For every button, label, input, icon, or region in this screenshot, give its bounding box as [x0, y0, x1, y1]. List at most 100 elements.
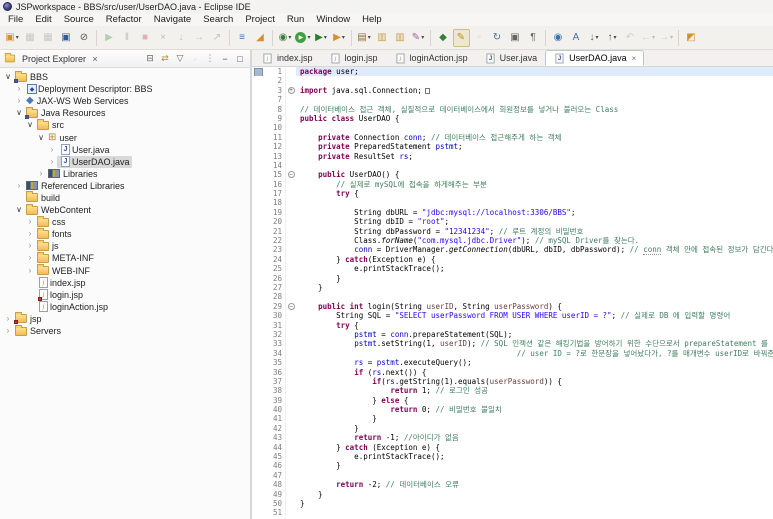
tree-expander-icon[interactable]: › — [14, 96, 24, 106]
annotation-ruler[interactable] — [252, 442, 264, 453]
code-text[interactable]: e.printStackTrace(); — [296, 264, 773, 273]
annotation-ruler[interactable] — [252, 198, 264, 208]
code-text[interactable]: if (rs.next()) { — [296, 368, 773, 377]
menu-navigate[interactable]: Navigate — [148, 13, 198, 26]
code-text[interactable]: } else { — [296, 396, 773, 405]
fold-collapse-icon[interactable]: − — [287, 302, 295, 310]
range-indicator-icon[interactable] — [252, 67, 264, 78]
annotation-ruler[interactable] — [252, 189, 264, 199]
annotation-ruler[interactable] — [252, 104, 264, 114]
tree-item-css[interactable]: › css — [0, 215, 250, 228]
code-text[interactable]: return -1; //아이디가 없음 — [296, 433, 773, 442]
annotation-ruler[interactable] — [252, 95, 264, 105]
tree-item-js[interactable]: › js — [0, 239, 250, 252]
tree-item-referenced-libraries[interactable]: › Referenced Libraries — [0, 180, 250, 192]
tab-userdao-java[interactable]: J UserDAO.java × — [545, 50, 645, 66]
code-text[interactable]: pstmt.setString(1, userID); // SQL 인젝션 같… — [296, 339, 773, 348]
code-text[interactable]: return -2; // 데이터베이스 오류 — [296, 480, 773, 489]
mark-occurrences-button[interactable]: ✎ — [452, 28, 470, 47]
synchronize-button[interactable]: ↻ — [489, 29, 506, 47]
tree-expander-icon[interactable]: ∨ — [14, 205, 24, 215]
code-text[interactable]: public UserDAO() { — [296, 170, 773, 179]
show-selected-element-button[interactable]: ▣ — [507, 29, 524, 47]
menu-source[interactable]: Source — [58, 13, 100, 26]
code-text[interactable]: return 1; // 로그인 성공 — [296, 386, 773, 395]
annotation-ruler[interactable] — [252, 282, 264, 293]
tree-expander-icon[interactable]: › — [3, 314, 13, 324]
tree-expander-icon[interactable]: › — [14, 181, 24, 191]
annotation-ruler[interactable] — [252, 339, 264, 349]
tree-expander-icon[interactable]: › — [36, 169, 46, 179]
annotation-ruler[interactable] — [252, 470, 264, 481]
new-wizard-button[interactable]: ▣ ▾ — [4, 29, 21, 47]
annotation-ruler[interactable] — [252, 489, 264, 499]
code-text[interactable] — [296, 161, 773, 170]
code-text[interactable] — [296, 76, 773, 85]
new-web-wizard-button[interactable]: ▤ ▾ — [356, 29, 373, 47]
project-explorer-tab[interactable]: Project Explorer × — [4, 52, 101, 64]
tab-index-jsp[interactable]: j index.jsp — [253, 50, 321, 66]
code-text[interactable]: String SQL = "SELECT userPassword FROM U… — [296, 311, 773, 320]
annotation-ruler[interactable] — [252, 236, 264, 246]
annotation-ruler[interactable] — [252, 142, 264, 152]
tree-item-src[interactable]: ∨ src — [0, 118, 250, 131]
menu-run[interactable]: Run — [281, 13, 310, 26]
launch-tool-button[interactable]: ◢ — [252, 29, 269, 47]
debug-button[interactable]: ◉ ▾ — [277, 29, 294, 47]
annotation-ruler[interactable] — [252, 273, 264, 283]
show-whitespace-button[interactable]: ¶ — [525, 29, 542, 47]
annotation-ruler[interactable] — [252, 132, 264, 143]
menu-search[interactable]: Search — [197, 13, 239, 26]
code-text[interactable]: // 데이터베이스 접근 객체, 실질적으로 데이터베이스에서 회원정보를 넣거… — [296, 105, 773, 114]
tab-loginaction-jsp[interactable]: j loginAction.jsp — [386, 50, 476, 66]
coverage-button[interactable]: ▶ ▾ — [313, 29, 330, 47]
tree-expander-icon[interactable]: › — [47, 145, 57, 155]
tab-user-java[interactable]: J User.java — [476, 50, 546, 66]
annotation-ruler[interactable] — [252, 395, 264, 406]
run-button[interactable]: ▶ ▾ — [295, 29, 312, 47]
menu-help[interactable]: Help — [356, 13, 388, 26]
tree-expander-icon[interactable]: › — [14, 84, 24, 94]
profile-button[interactable]: ▶ ▾ — [331, 29, 348, 47]
view-menu-button[interactable]: ⋮ — [204, 53, 216, 64]
code-text[interactable]: private PreparedStatement pstmt; — [296, 142, 773, 151]
code-text[interactable]: } catch (Exception e) { — [296, 443, 773, 452]
code-text[interactable] — [296, 123, 773, 132]
tree-item-servers[interactable]: › Servers — [0, 324, 250, 337]
annotation-ruler[interactable] — [252, 217, 264, 227]
tree-item-user-java[interactable]: › J User.java — [0, 144, 250, 156]
code-text[interactable]: import java.sql.Connection; — [296, 86, 773, 95]
minimize-view-button[interactable]: − — [219, 54, 231, 64]
annotation-ruler[interactable] — [252, 386, 264, 396]
explorer-tab-close-icon[interactable]: × — [89, 54, 101, 64]
maximize-view-button[interactable]: □ — [234, 54, 246, 64]
tree-expander-icon[interactable]: ∨ — [25, 120, 35, 130]
annotation-ruler[interactable] — [252, 461, 264, 471]
menu-window[interactable]: Window — [310, 13, 356, 26]
tree-item-bbs[interactable]: ∨ BBS — [0, 70, 250, 83]
annotation-ruler[interactable] — [252, 405, 264, 415]
folded-region-icon[interactable] — [424, 87, 430, 94]
annotation-ruler[interactable] — [252, 123, 264, 133]
tree-item-java-resources[interactable]: ∨ Java Resources — [0, 106, 250, 119]
annotation-ruler[interactable] — [252, 207, 264, 218]
tree-item-index-jsp[interactable]: j index.jsp — [0, 277, 250, 289]
code-text[interactable]: Class.forName("com.mysql.jdbc.Driver"); … — [296, 236, 773, 245]
fold-collapse-icon[interactable]: − — [287, 171, 295, 179]
tree-item-build[interactable]: build — [0, 191, 250, 204]
annotation-ruler[interactable] — [252, 85, 264, 96]
annotation-ruler[interactable] — [252, 170, 264, 180]
tree-item-libraries[interactable]: › Libraries — [0, 168, 250, 180]
annotation-ruler[interactable] — [252, 320, 264, 330]
annotation-ruler[interactable] — [252, 367, 264, 377]
tree-item-jax-ws-web-services[interactable]: › ◆ JAX-WS Web Services — [0, 95, 250, 107]
code-text[interactable]: private ResultSet rs; — [296, 152, 773, 161]
code-text[interactable]: conn = DriverManager.getConnection(dbURL… — [296, 245, 773, 256]
code-text[interactable] — [296, 198, 773, 207]
code-text[interactable]: pstmt = conn.prepareStatement(SQL); — [296, 330, 773, 339]
annotation-ruler[interactable] — [252, 508, 264, 518]
code-text[interactable]: package user; — [296, 67, 773, 77]
tree-item-meta-inf[interactable]: › META-INF — [0, 251, 250, 264]
annotation-ruler[interactable] — [252, 160, 264, 171]
annotation-ruler[interactable] — [252, 311, 264, 321]
